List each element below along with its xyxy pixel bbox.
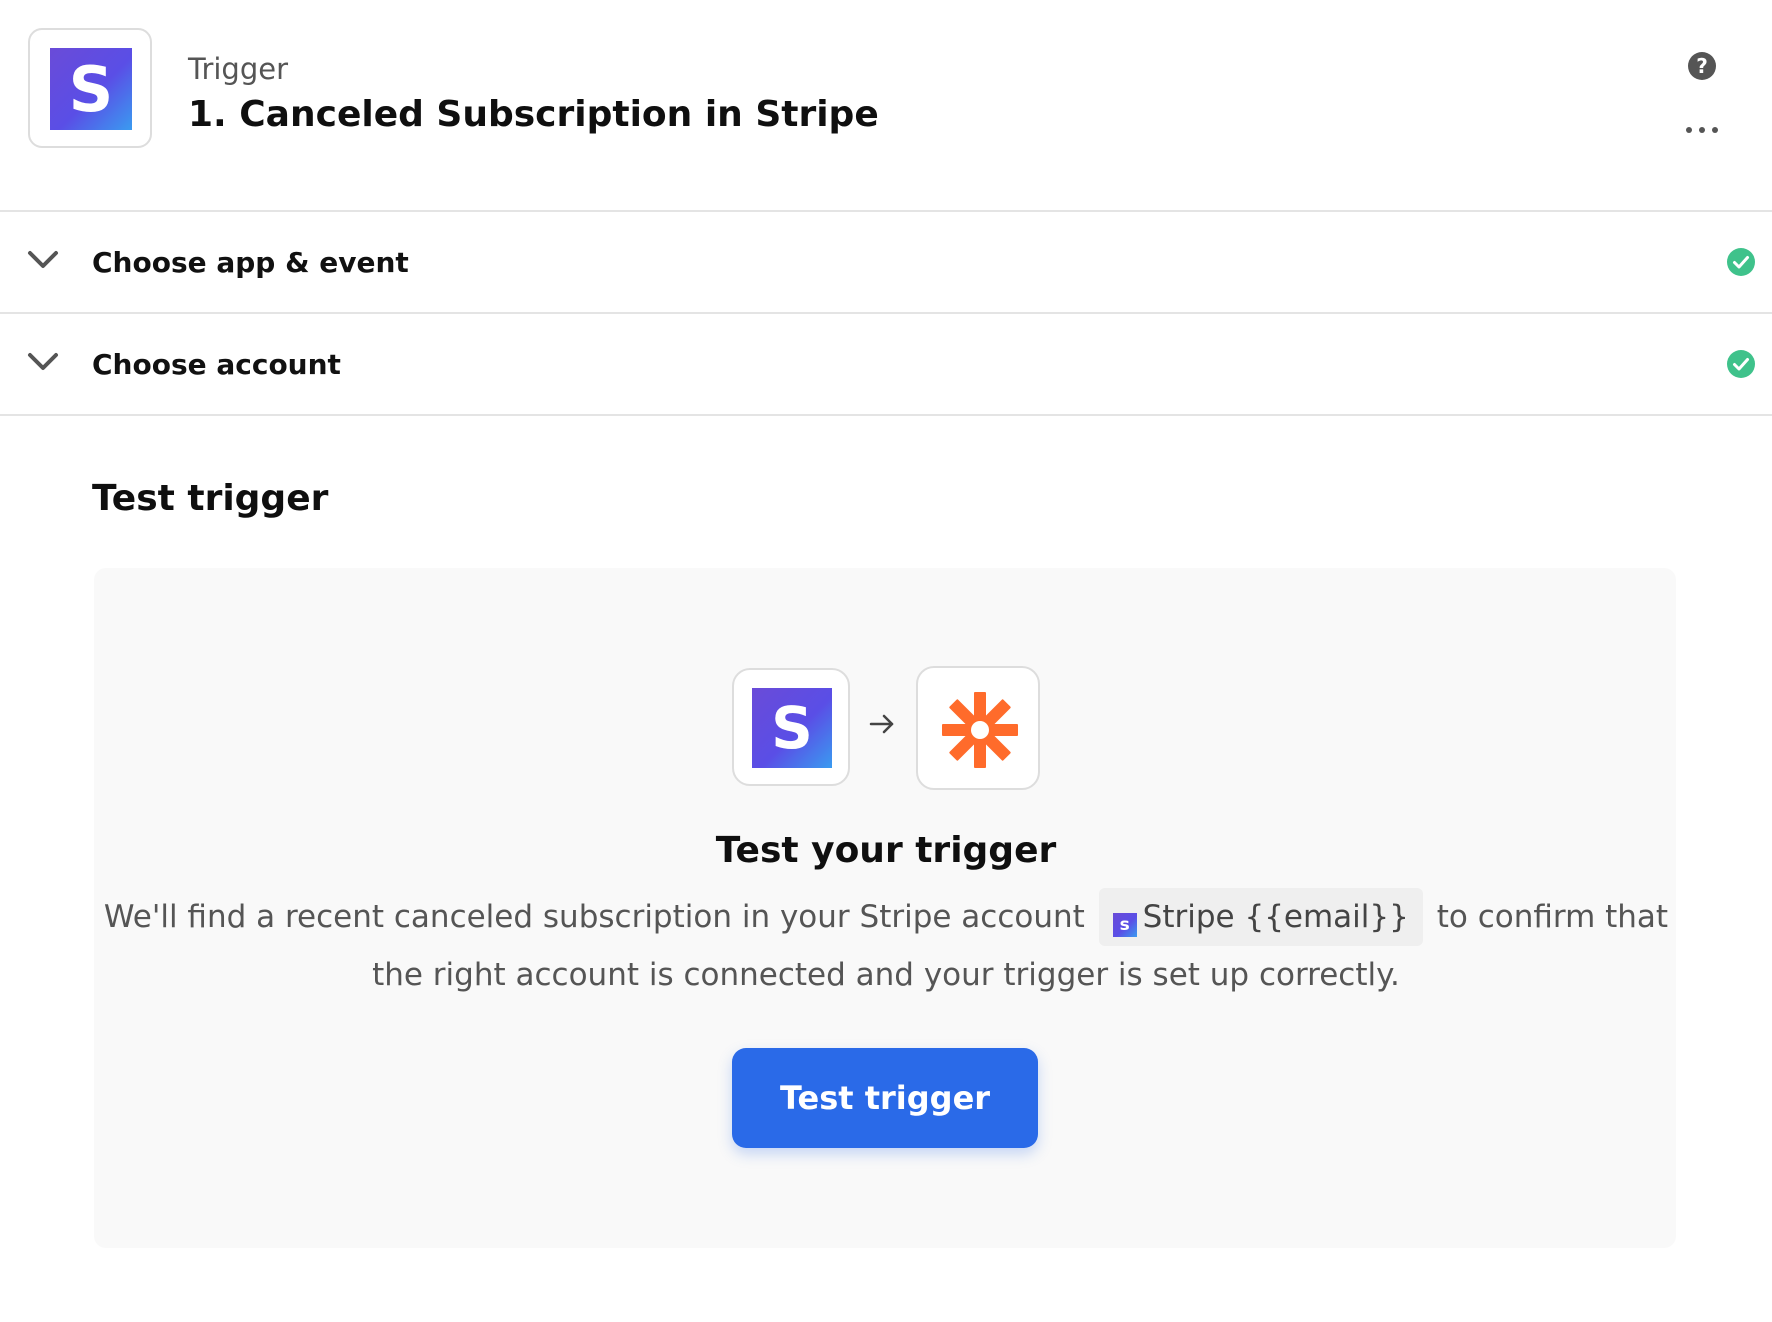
section-choose-account[interactable]: Choose account xyxy=(0,316,1772,416)
stripe-logo-letter: S xyxy=(68,52,114,126)
stripe-logo-icon: S xyxy=(50,48,132,130)
step-header: S Trigger 1. Canceled Subscription in St… xyxy=(0,0,1772,212)
stripe-logo-letter: S xyxy=(771,694,813,762)
check-circle-icon xyxy=(1727,248,1755,276)
description-text-before: We'll find a recent canceled subscriptio… xyxy=(103,899,1085,935)
help-icon[interactable]: ? xyxy=(1688,52,1716,80)
more-options-icon[interactable] xyxy=(1686,124,1718,136)
section-choose-app-event[interactable]: Choose app & event xyxy=(0,214,1772,314)
more-dot xyxy=(1699,127,1705,133)
help-icon-glyph: ? xyxy=(1696,54,1708,78)
chevron-down-icon xyxy=(28,251,58,268)
step-type-label: Trigger xyxy=(188,52,289,86)
test-trigger-button[interactable]: Test trigger xyxy=(732,1048,1038,1148)
flow-target-tile xyxy=(916,666,1040,790)
test-trigger-heading: Test trigger xyxy=(92,478,329,519)
stripe-logo-icon: S xyxy=(752,688,832,768)
check-circle-icon xyxy=(1727,350,1755,378)
chevron-down-icon xyxy=(28,353,58,370)
account-chip: s Stripe {{email}} xyxy=(1098,888,1423,946)
arrow-right-icon xyxy=(869,714,894,734)
flow-source-tile: S xyxy=(732,668,850,786)
account-chip-label: Stripe {{email}} xyxy=(1142,899,1409,935)
stripe-logo-icon: s xyxy=(1112,913,1137,937)
test-your-trigger-title: Test your trigger xyxy=(715,830,1057,871)
app-icon-tile: S xyxy=(28,28,152,148)
step-title[interactable]: 1. Canceled Subscription in Stripe xyxy=(188,94,879,135)
test-description: We'll find a recent canceled subscriptio… xyxy=(100,888,1672,1004)
section-label: Choose account xyxy=(92,348,341,381)
zapier-logo-icon xyxy=(942,692,1018,768)
more-dot xyxy=(1686,127,1692,133)
more-dot xyxy=(1712,127,1718,133)
section-label: Choose app & event xyxy=(92,246,409,279)
